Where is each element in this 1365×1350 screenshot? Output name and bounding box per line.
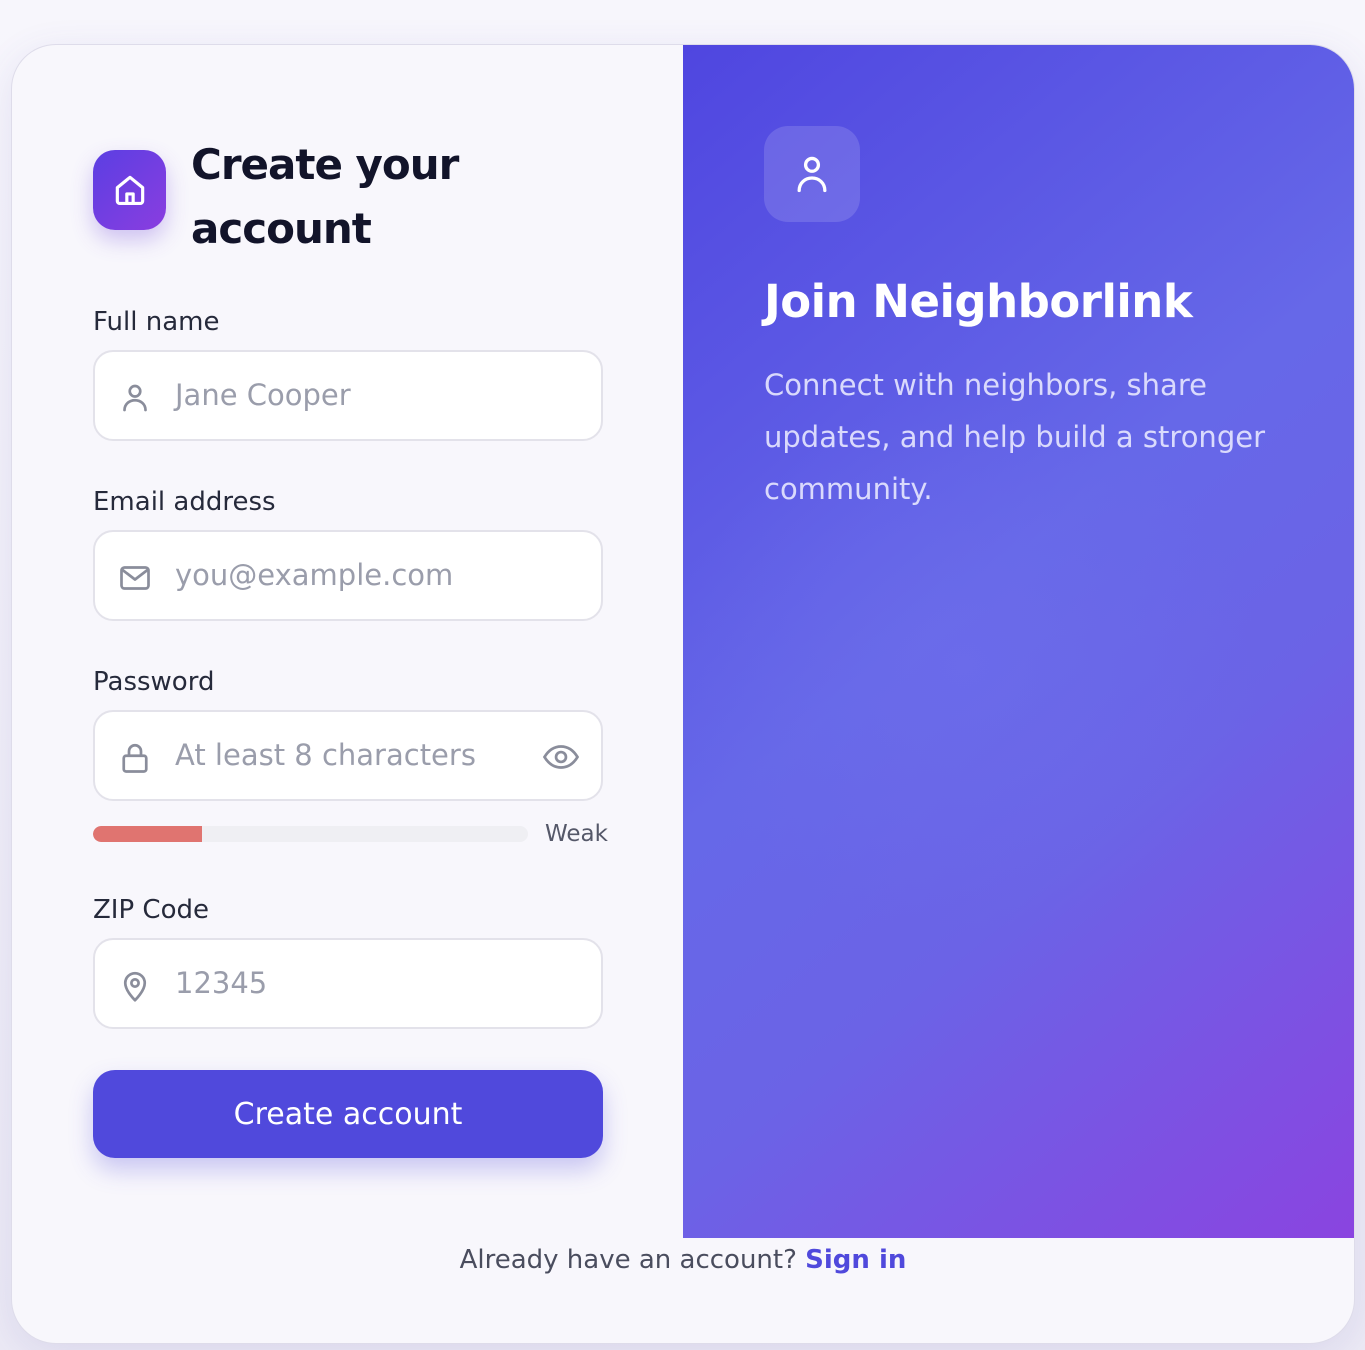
promo-text: Connect with neighbors, share updates, a… [764, 368, 1265, 506]
zip-field[interactable]: 12345 [93, 938, 603, 1029]
home-logo [93, 150, 166, 230]
email-label: Email address [93, 487, 276, 517]
zip-placeholder: 12345 [175, 966, 268, 1000]
home-icon [115, 175, 144, 206]
signup-form-panel: Create your account Full name Jane Coope… [12, 45, 683, 1238]
password-label: Password [93, 667, 215, 697]
page-title: Create your account [191, 140, 459, 253]
create-account-button[interactable]: Create account [93, 1070, 603, 1158]
password-field[interactable]: At least 8 characters [93, 710, 603, 801]
signup-card: Create your account Full name Jane Coope… [12, 45, 1354, 1343]
user-icon [123, 384, 147, 412]
zip-label: ZIP Code [93, 895, 209, 925]
sign-in-link[interactable]: Sign in [805, 1245, 906, 1275]
promo-title: Join Neighborlink [764, 275, 1193, 328]
full-name-label: Full name [93, 307, 220, 337]
mail-icon [120, 566, 150, 590]
password-strength-fill [93, 826, 202, 842]
password-strength-label: Weak [545, 821, 608, 847]
email-placeholder: you@example.com [175, 558, 454, 592]
user-icon [797, 156, 827, 193]
promo-panel: Join Neighborlink Connect with neighbors… [683, 45, 1354, 1238]
promo-icon-tile [764, 126, 860, 222]
eye-icon[interactable] [541, 739, 581, 775]
signin-prompt: Already have an account? Sign in [12, 1238, 1354, 1282]
lock-icon [122, 743, 148, 773]
map-pin-icon [123, 971, 147, 1002]
signin-prompt-text: Already have an account? [459, 1245, 797, 1275]
full-name-placeholder: Jane Cooper [175, 378, 351, 412]
password-placeholder: At least 8 characters [175, 738, 476, 772]
full-name-field[interactable]: Jane Cooper [93, 350, 603, 441]
password-strength-meter [93, 826, 528, 842]
email-field[interactable]: you@example.com [93, 530, 603, 621]
